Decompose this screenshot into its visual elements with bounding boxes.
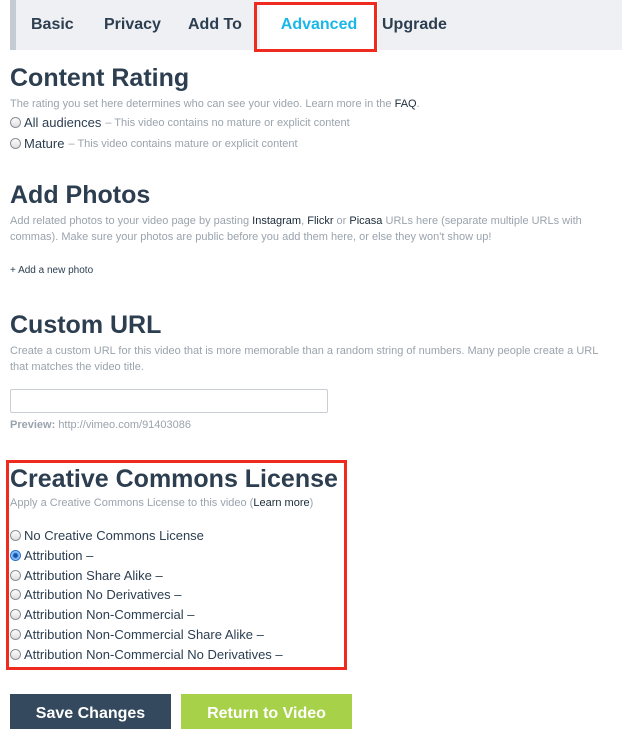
tab-advanced[interactable]: Advanced (260, 0, 378, 50)
tab-privacy[interactable]: Privacy (104, 0, 161, 50)
radio-unchecked-icon[interactable] (10, 530, 21, 541)
custom-url-title: Custom URL (10, 311, 162, 339)
faq-link[interactable]: FAQ (395, 98, 417, 110)
flickr-link[interactable]: Flickr (307, 215, 333, 227)
instagram-link[interactable]: Instagram (252, 215, 301, 227)
cc-option-attribution-no-derivatives[interactable]: Attribution No Derivatives – (10, 587, 182, 602)
content-rating-desc: The rating you set here determines who c… (10, 98, 420, 110)
tab-add-to[interactable]: Add To (188, 0, 242, 50)
save-changes-button[interactable]: Save Changes (10, 694, 171, 729)
add-photos-desc: Add related photos to your video page by… (10, 215, 582, 243)
rating-option-mature[interactable]: Mature – This video contains mature or e… (10, 136, 298, 151)
radio-unchecked-icon[interactable] (10, 629, 21, 640)
cc-option-attribution-nc-no-derivatives[interactable]: Attribution Non-Commercial No Derivative… (10, 647, 283, 662)
cc-option-attribution-non-commercial[interactable]: Attribution Non-Commercial – (10, 607, 195, 622)
cc-option-attribution-share-alike[interactable]: Attribution Share Alike – (10, 568, 163, 583)
content-rating-title: Content Rating (10, 64, 190, 92)
radio-unchecked-icon[interactable] (10, 589, 21, 600)
url-preview: Preview: http://vimeo.com/91403086 (10, 419, 192, 431)
cc-option-attribution-nc-share-alike[interactable]: Attribution Non-Commercial Share Alike – (10, 627, 264, 642)
cc-option-none[interactable]: No Creative Commons License (10, 528, 204, 543)
cc-learn-more-link[interactable]: Learn more (253, 497, 309, 509)
radio-unchecked-icon[interactable] (10, 570, 21, 581)
radio-unchecked-icon[interactable] (10, 117, 21, 128)
add-photos-title: Add Photos (10, 181, 151, 209)
custom-url-input[interactable] (10, 389, 328, 413)
rating-option-all-audiences[interactable]: All audiences – This video contains no m… (10, 115, 350, 130)
cc-option-attribution[interactable]: Attribution – (10, 548, 93, 563)
tab-basic[interactable]: Basic (31, 0, 74, 50)
creative-commons-title: Creative Commons License (10, 465, 338, 493)
radio-unchecked-icon[interactable] (10, 609, 21, 620)
custom-url-desc: Create a custom URL for this video that … (10, 345, 598, 373)
cc-desc: Apply a Creative Commons License to this… (10, 497, 314, 509)
picasa-link[interactable]: Picasa (349, 215, 382, 227)
tab-bar: Basic Privacy Add To Advanced Upgrade (10, 0, 622, 50)
tab-upgrade[interactable]: Upgrade (382, 0, 447, 50)
radio-unchecked-icon[interactable] (10, 649, 21, 660)
radio-checked-icon[interactable] (10, 550, 21, 561)
return-to-video-button[interactable]: Return to Video (181, 694, 352, 729)
add-new-photo-link[interactable]: + Add a new photo (10, 265, 93, 276)
radio-unchecked-icon[interactable] (10, 138, 21, 149)
